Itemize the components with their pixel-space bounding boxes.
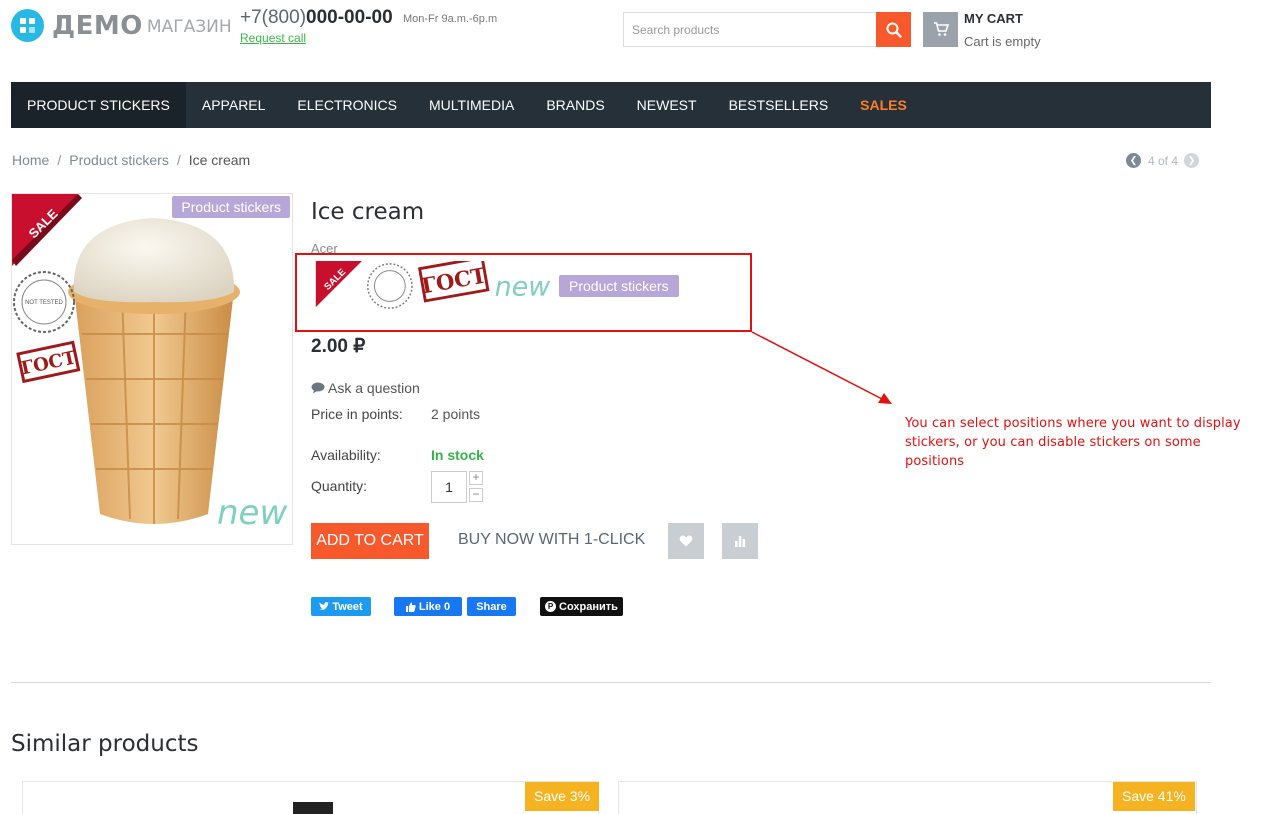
twitter-icon — [319, 602, 330, 611]
search-button[interactable] — [876, 12, 911, 47]
product-thumbnail — [293, 802, 333, 814]
logo[interactable]: ДЕМО МАГАЗИН — [11, 9, 232, 42]
nav-item-sales[interactable]: SALES — [844, 82, 923, 128]
quantity-decrease-button[interactable]: − — [469, 488, 483, 502]
logo-main-text: ДЕМО — [52, 10, 143, 41]
chat-icon — [311, 382, 325, 394]
nav-item-product-stickers[interactable]: PRODUCT STICKERS — [11, 82, 186, 128]
product-sticker-badge: Product stickers — [559, 275, 679, 297]
nav-item-electronics[interactable]: ELECTRONICS — [281, 82, 413, 128]
similar-product-card[interactable] — [22, 781, 599, 814]
similar-products-title: Similar products — [11, 731, 199, 757]
compare-button[interactable] — [722, 523, 758, 559]
cart-status: Cart is empty — [964, 34, 1041, 49]
breadcrumb-separator: / — [176, 152, 181, 168]
nav-item-bestsellers[interactable]: BESTSELLERS — [713, 82, 845, 128]
annotation-note: You can select positions where you want … — [905, 416, 1241, 469]
phone-main: 000-00-00 — [306, 7, 393, 28]
phone-prefix: +7(800) — [240, 7, 307, 28]
product-pager: ❮ 4 of 4 ❯ — [1126, 153, 1200, 168]
heart-icon — [679, 535, 693, 547]
breadcrumb-separator: / — [57, 152, 62, 168]
chevron-left-icon[interactable]: ❮ — [1126, 153, 1141, 168]
tweet-label: Tweet — [332, 600, 363, 613]
product-title: Ice cream — [311, 199, 425, 225]
tweet-button[interactable]: Tweet — [311, 597, 371, 616]
ice-cream-image: SALE NOT TESTED ГОСТ new — [12, 194, 287, 533]
save-badge: Save 3% — [525, 782, 600, 811]
nav-item-multimedia[interactable]: MULTIMEDIA — [413, 82, 530, 128]
breadcrumb-current: Ice cream — [188, 152, 251, 168]
chevron-right-icon[interactable]: ❯ — [1184, 153, 1200, 168]
product-price: 2.00 ₽ — [311, 336, 366, 357]
sticker-row: SALE ГОСТ new — [315, 261, 552, 309]
save-label: Сохранить — [559, 600, 618, 613]
image-sticker-badge: Product stickers — [172, 196, 290, 218]
quantity-input[interactable]: 1 — [431, 471, 467, 503]
add-to-cart-button[interactable]: ADD TO CART — [311, 523, 429, 559]
breadcrumb-home[interactable]: Home — [12, 152, 49, 168]
thumbs-up-icon — [405, 602, 416, 612]
svg-text:new: new — [217, 493, 287, 533]
ask-question-label: Ask a question — [328, 380, 420, 396]
working-hours: Mon-Fr 9a.m.-6p.m — [403, 13, 498, 25]
save-badge: Save 41% — [1113, 782, 1195, 811]
wishlist-button[interactable] — [668, 523, 704, 559]
new-sticker: new — [495, 272, 552, 303]
product-image[interactable]: SALE NOT TESTED ГОСТ new Product sticker… — [11, 193, 293, 545]
gost-sticker: ГОСТ — [417, 261, 490, 303]
search-icon — [886, 22, 902, 38]
request-call-link[interactable]: Request call — [240, 31, 306, 45]
ask-question-link[interactable]: Ask a question — [311, 380, 420, 396]
facebook-share-button[interactable]: Share — [467, 597, 516, 616]
buy-now-one-click-button[interactable]: BUY NOW WITH 1-CLICK — [458, 531, 645, 549]
pager-text: 4 of 4 — [1148, 153, 1179, 168]
cart-button[interactable] — [923, 12, 958, 47]
like-label: Like 0 — [418, 600, 451, 613]
quantity-label: Quantity: — [311, 478, 368, 494]
svg-text:NOT TESTED: NOT TESTED — [25, 300, 63, 306]
points-label: Price in points: — [311, 406, 403, 422]
main-nav: PRODUCT STICKERS APPAREL ELECTRONICS MUL… — [11, 82, 1211, 128]
nav-item-newest[interactable]: NEWEST — [621, 82, 713, 128]
facebook-like-button[interactable]: Like 0 — [394, 597, 462, 616]
search-input[interactable] — [623, 12, 876, 47]
quantity-increase-button[interactable]: + — [469, 471, 483, 485]
pinterest-icon: P — [545, 601, 557, 612]
availability-label: Availability: — [311, 447, 381, 463]
points-value: 2 points — [431, 406, 481, 422]
logo-icon — [11, 9, 44, 42]
logo-sub-text: МАГАЗИН — [146, 16, 232, 37]
breadcrumb: Home / Product stickers / Ice cream — [12, 152, 250, 168]
similar-product-card[interactable] — [618, 781, 1197, 814]
section-divider — [11, 682, 1211, 683]
cart-title[interactable]: MY CART — [964, 11, 1023, 26]
availability-value: In stock — [431, 447, 484, 463]
annotation-arrow — [751, 331, 892, 404]
search-bar — [623, 12, 911, 47]
nav-item-apparel[interactable]: APPAREL — [186, 82, 282, 128]
nav-item-brands[interactable]: BRANDS — [530, 82, 620, 128]
cart-icon — [933, 22, 949, 36]
bar-chart-icon — [735, 536, 746, 547]
pinterest-save-button[interactable]: P Сохранить — [540, 597, 623, 616]
breadcrumb-category[interactable]: Product stickers — [69, 152, 169, 168]
phone-number: +7(800)000-00-00 — [240, 7, 393, 29]
